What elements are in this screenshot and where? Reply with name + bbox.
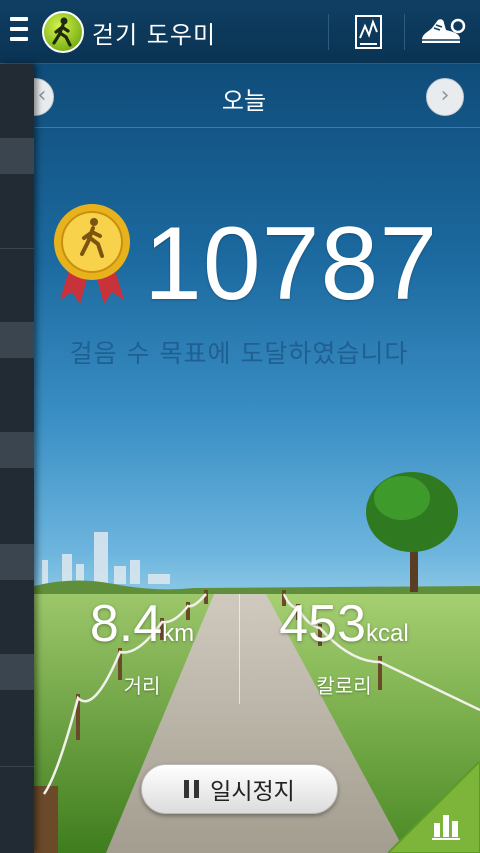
next-day-button[interactable]: ›	[426, 78, 464, 116]
walking-scene: ‹ 오늘 › 10787 걸음 수 목표에 도달하였습니다 8.4km 거리 4…	[34, 64, 480, 853]
drawer-highlight	[0, 654, 34, 690]
calories-stat: 453kcal 칼로리	[244, 594, 444, 699]
walking-person-logo	[42, 11, 84, 53]
toolbar-divider	[404, 14, 405, 50]
goal-reached-message: 걸음 수 목표에 도달하였습니다	[69, 339, 409, 368]
drawer-divider	[0, 766, 34, 767]
pause-button[interactable]: 일시정지	[141, 764, 338, 814]
running-shoe-icon	[422, 18, 466, 43]
gold-medal-icon	[54, 204, 130, 304]
distance-unit: km	[162, 620, 195, 647]
hamburger-menu-icon[interactable]	[10, 17, 28, 47]
drawer-highlight	[0, 138, 34, 174]
chevron-right-icon: ›	[440, 83, 450, 108]
step-count: 10787	[144, 206, 439, 322]
chart-report-button[interactable]	[340, 8, 398, 56]
distance-label: 거리	[123, 674, 161, 698]
calories-value: 453	[279, 595, 367, 653]
chart-report-icon	[355, 15, 382, 49]
drawer-highlight	[0, 322, 34, 358]
date-navigator: ‹ 오늘 ›	[34, 64, 480, 128]
pause-icon	[184, 780, 200, 798]
app-title: 걷기 도우미	[92, 21, 217, 49]
calories-value-line: 453kcal	[244, 594, 444, 664]
shoe-settings-button[interactable]	[412, 8, 472, 56]
calories-unit: kcal	[366, 620, 409, 647]
statistics-corner-button[interactable]	[388, 761, 480, 853]
distance-value-line: 8.4km	[42, 594, 242, 664]
calories-label: 칼로리	[316, 674, 372, 698]
toolbar-divider	[328, 14, 329, 50]
drawer-highlight	[0, 432, 34, 468]
pause-button-label: 일시정지	[210, 779, 295, 805]
date-label: 오늘	[221, 87, 267, 115]
drawer-divider	[0, 248, 34, 249]
action-bar: 걷기 도우미	[0, 0, 480, 64]
distance-stat: 8.4km 거리	[42, 594, 242, 699]
stats-divider	[239, 594, 240, 704]
drawer-highlight	[0, 544, 34, 580]
navigation-drawer-handle[interactable]	[0, 64, 34, 853]
distance-value: 8.4	[89, 595, 163, 653]
